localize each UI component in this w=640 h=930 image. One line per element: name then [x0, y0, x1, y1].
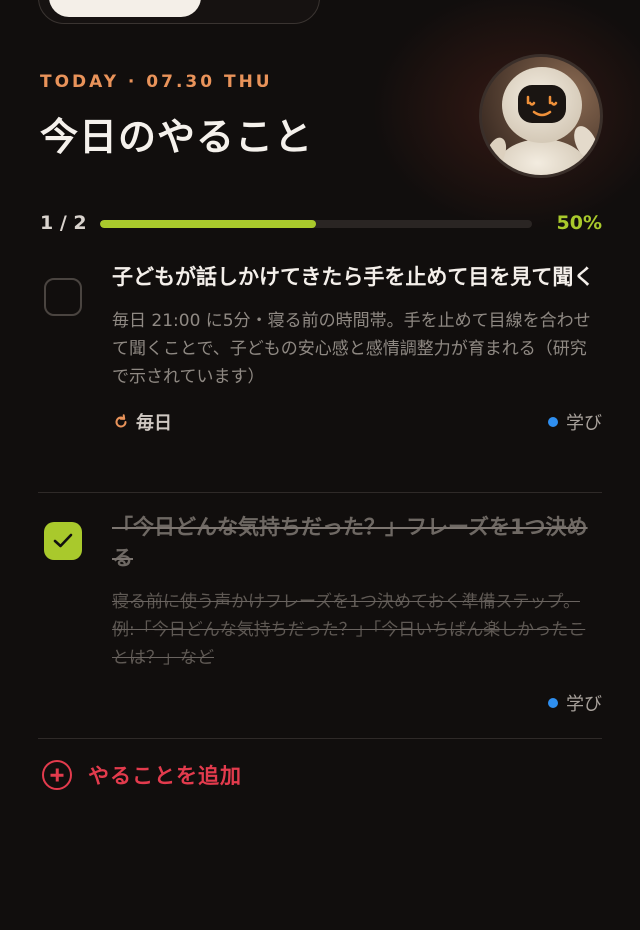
category-tag: 学び	[548, 409, 602, 435]
task-title: 「今日どんな気持ちだった？」フレーズを1つ決める	[112, 515, 588, 570]
plus-circle-icon	[42, 760, 72, 790]
check-icon	[53, 533, 73, 548]
repeat-icon	[115, 414, 127, 428]
date-label: TODAY · 07.30 THU	[40, 72, 273, 92]
progress-count: 1 / 2	[40, 212, 87, 234]
add-task-label: やることを追加	[88, 764, 242, 788]
category-label: 学び	[566, 413, 602, 434]
divider	[38, 738, 602, 739]
task-description: 寝る前に使う声かけフレーズを1つ決めておく準備ステップ。例:「今日どんな気持ちだ…	[112, 592, 586, 668]
progress-bar	[100, 220, 532, 228]
task-meta: 学び	[112, 690, 602, 716]
page-title: 今日のやること	[40, 115, 314, 159]
repeat-indicator: 毎日	[112, 409, 172, 435]
task-title: 子どもが話しかけてきたら手を止めて目を見て聞く	[112, 265, 595, 289]
task-checkbox-checked[interactable]	[44, 522, 82, 560]
task-checkbox-unchecked[interactable]	[44, 278, 82, 316]
task-description: 毎日 21:00 に5分・寝る前の時間帯。手を止めて目線を合わせて聞くことで、子…	[112, 311, 591, 387]
divider	[38, 492, 602, 493]
repeat-label: 毎日	[136, 413, 172, 434]
segmented-control[interactable]	[38, 0, 320, 24]
category-dot-icon	[548, 698, 558, 708]
category-label: 学び	[566, 694, 602, 715]
category-dot-icon	[548, 417, 558, 427]
add-task-button[interactable]: やることを追加	[42, 760, 242, 790]
task-body[interactable]: 子どもが話しかけてきたら手を止めて目を見て聞く 毎日 21:00 に5分・寝る前…	[112, 262, 602, 435]
task-meta: 毎日 学び	[112, 409, 602, 435]
robot-mascot-image	[482, 57, 600, 175]
progress-percent: 50%	[556, 212, 602, 234]
segment-active[interactable]	[49, 0, 201, 17]
category-tag: 学び	[548, 690, 602, 716]
task-body[interactable]: 「今日どんな気持ちだった？」フレーズを1つ決める 寝る前に使う声かけフレーズを1…	[112, 512, 602, 716]
progress-bar-fill	[100, 220, 316, 228]
avatar[interactable]	[479, 54, 603, 178]
progress-section: 1 / 2 50%	[40, 210, 602, 238]
today-screen: TODAY · 07.30 THU 今日のやること 1 / 2 50% 子どもが…	[0, 0, 640, 930]
